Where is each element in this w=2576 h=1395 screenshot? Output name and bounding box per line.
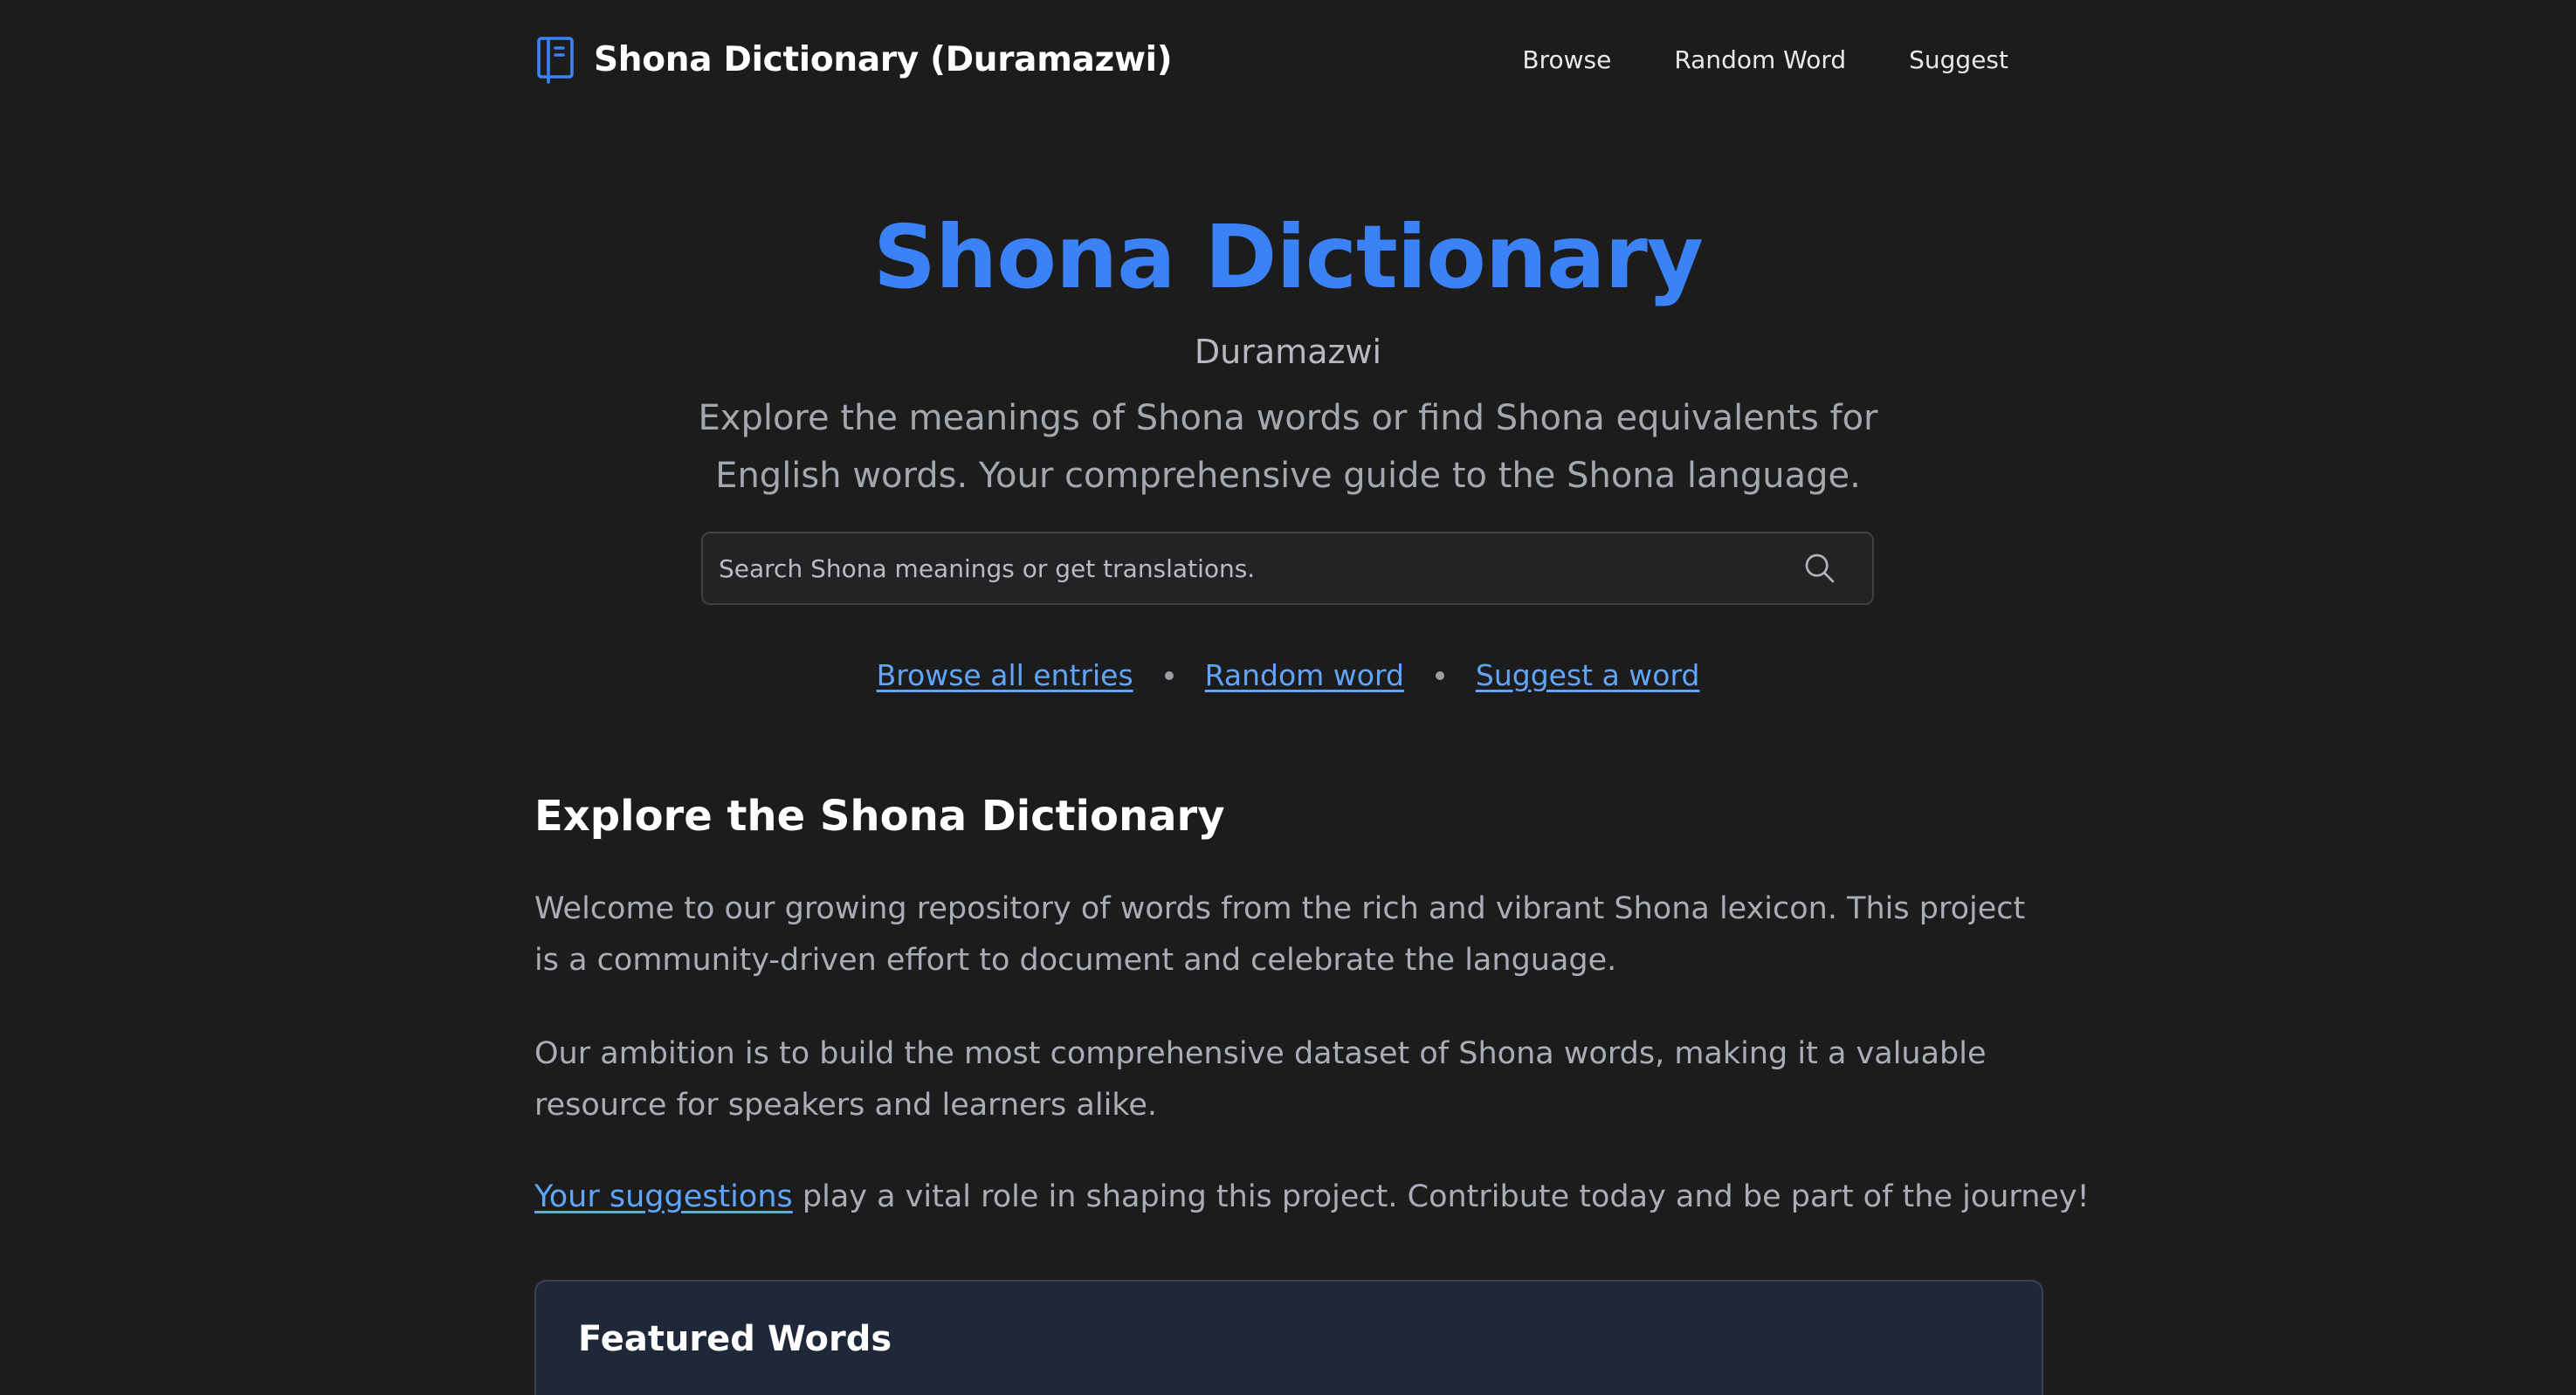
search-input[interactable] [703,533,1802,603]
separator-dot [1164,671,1174,680]
browse-all-entries-link[interactable]: Browse all entries [877,653,1133,698]
random-word-link[interactable]: Random word [1205,653,1404,698]
suggest-a-word-link[interactable]: Suggest a word [1476,653,1700,698]
your-suggestions-link[interactable]: Your suggestions [534,1179,793,1214]
brand-link[interactable]: Shona Dictionary (Duramazwi) [534,35,1173,84]
page: Shona Dictionary (Duramazwi) Browse Rand… [0,0,2576,1395]
hero-title: Shona Dictionary [873,206,1704,308]
explore-paragraph-2: Our ambition is to build the most compre… [534,1036,1987,1123]
main-nav: Browse Random Word Suggest [1459,26,2008,93]
site-header: Shona Dictionary (Duramazwi) Browse Rand… [534,26,2043,93]
explore-heading: Explore the Shona Dictionary [534,792,1225,841]
hero-description: Explore the meanings of Shona words or f… [698,398,1878,496]
explore-paragraph-3-text: play a vital role in shaping this projec… [792,1179,2090,1214]
nav-suggest-link[interactable]: Suggest [1909,45,2008,74]
brand-title: Shona Dictionary (Duramazwi) [594,39,1173,79]
nav-random-word-link[interactable]: Random Word [1674,45,1846,74]
search-icon[interactable] [1802,551,1837,586]
featured-words-title: Featured Words [578,1319,892,1359]
hero-subtitle: Duramazwi [1194,333,1382,371]
quick-links: Browse all entries Random word Suggest a… [0,653,2576,698]
featured-words-card: Featured Words [534,1280,2043,1395]
separator-dot [1435,671,1444,680]
explore-paragraph-1: Welcome to our growing repository of wor… [534,891,2026,978]
nav-browse-link[interactable]: Browse [1522,45,1611,74]
explore-paragraph-3: Your suggestions play a vital role in sh… [534,1172,2090,1223]
search-box [701,532,1874,605]
book-icon [537,37,574,84]
